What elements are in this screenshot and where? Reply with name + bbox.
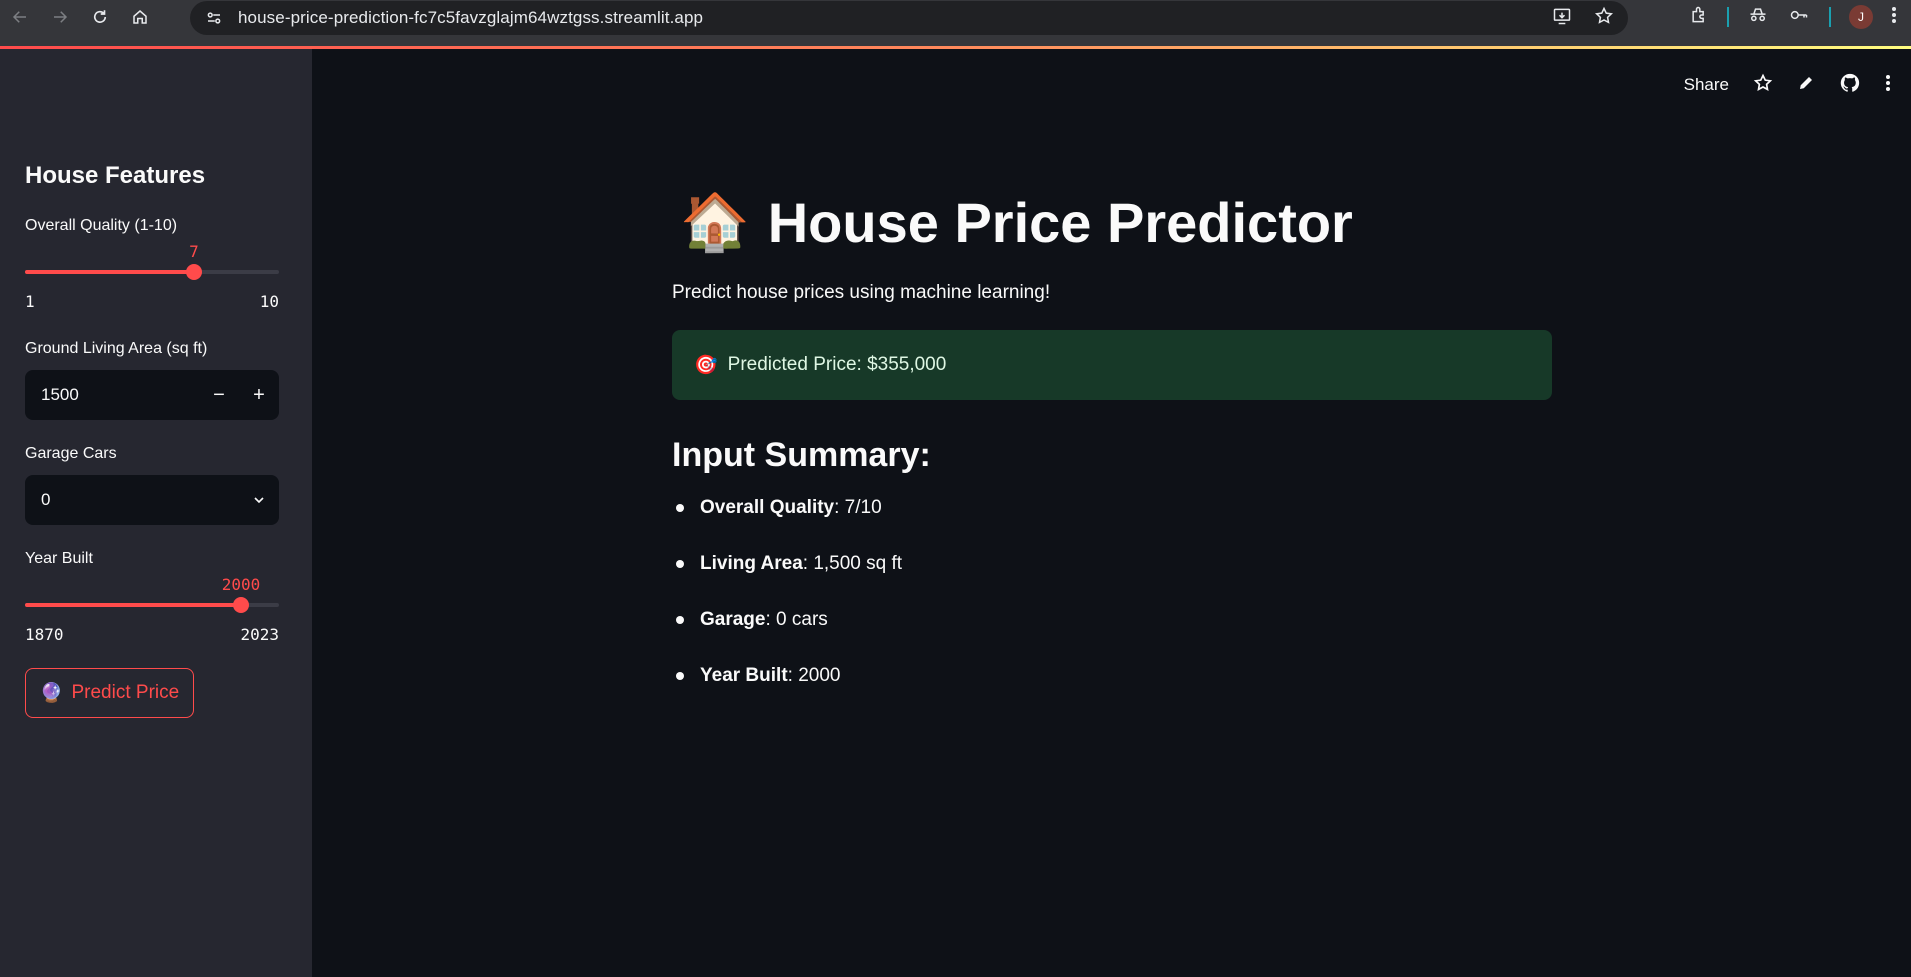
prediction-result-text: Predicted Price: $355,000 [727, 354, 947, 375]
edit-pencil-icon[interactable] [1797, 74, 1815, 97]
living-area-label: Ground Living Area (sq ft) [25, 340, 208, 357]
overall-quality-slider[interactable]: 7 [25, 242, 279, 288]
year-built-label: Year Built [25, 550, 93, 567]
page-subtitle: Predict house prices using machine learn… [672, 282, 1051, 303]
slider-thumb[interactable] [233, 597, 249, 613]
bullet [676, 616, 684, 624]
slider-fill [25, 270, 194, 274]
summary-heading: Input Summary: [672, 436, 931, 474]
bookmark-star-icon[interactable] [1594, 6, 1614, 31]
github-icon[interactable] [1839, 72, 1861, 99]
year-built-slider[interactable]: 2000 [25, 575, 279, 621]
decrement-button[interactable]: − [199, 370, 239, 420]
slider-max: 10 [259, 292, 279, 311]
summary-value: : 2000 [787, 665, 841, 686]
prediction-result-alert: 🎯 Predicted Price: $355,000 [672, 330, 1552, 400]
back-icon[interactable] [0, 0, 40, 34]
summary-key: Garage [700, 609, 766, 630]
slider-min: 1 [25, 292, 35, 311]
garage-cars-label: Garage Cars [25, 445, 117, 462]
page-title-text: House Price Predictor [767, 190, 1353, 254]
slider-value: 2000 [221, 575, 261, 594]
sidebar-title: House Features [25, 162, 206, 189]
reload-icon[interactable] [80, 0, 120, 34]
list-item: Garage : 0 cars [672, 605, 828, 635]
summary-key: Overall Quality [700, 497, 835, 518]
slider-value: 7 [189, 242, 199, 261]
chevron-down-icon[interactable] [239, 492, 279, 508]
browser-menu-icon[interactable] [1891, 5, 1897, 30]
bullet [676, 504, 684, 512]
list-item: Living Area : 1,500 sq ft [672, 549, 902, 579]
increment-button[interactable]: + [239, 370, 279, 420]
toolbar-divider [1727, 7, 1729, 27]
favorite-star-icon[interactable] [1753, 73, 1773, 98]
living-area-input[interactable]: 1500 − + [25, 370, 279, 420]
target-icon: 🎯 [694, 355, 718, 376]
slider-min: 1870 [25, 625, 64, 644]
bullet [676, 672, 684, 680]
list-item: Year Built : 2000 [672, 661, 840, 691]
extensions-icon[interactable] [1689, 5, 1709, 30]
slider-max: 2023 [240, 625, 279, 644]
slider-thumb[interactable] [186, 264, 202, 280]
overall-quality-label: Overall Quality (1-10) [25, 217, 178, 234]
toolbar-divider [1829, 7, 1831, 27]
bullet [676, 560, 684, 568]
password-key-icon[interactable] [1787, 5, 1811, 30]
slider-fill [25, 603, 241, 607]
share-button[interactable]: Share [1684, 75, 1729, 95]
page-title: 🏠 House Price Predictor [680, 189, 1353, 255]
summary-value: : 1,500 sq ft [802, 553, 903, 574]
summary-key: Living Area [700, 553, 803, 574]
predict-price-button[interactable]: 🔮 Predict Price [25, 668, 194, 718]
garage-cars-value[interactable]: 0 [41, 490, 239, 510]
summary-value: : 0 cars [765, 609, 828, 630]
summary-value: : 7/10 [834, 497, 882, 518]
garage-cars-select[interactable]: 0 [25, 475, 279, 525]
house-icon: 🏠 [680, 190, 750, 253]
summary-key: Year Built [700, 665, 788, 686]
app-menu-icon[interactable] [1885, 73, 1891, 98]
incognito-icon[interactable] [1747, 5, 1769, 30]
profile-avatar[interactable]: J [1849, 5, 1873, 29]
url-text[interactable]: house-price-prediction-fc7c5favzglajm64w… [238, 8, 703, 28]
forward-icon[interactable] [40, 0, 80, 34]
browser-chrome: house-price-prediction-fc7c5favzglajm64w… [0, 0, 1911, 49]
site-info-icon[interactable] [202, 6, 226, 30]
browser-actions: J [1689, 0, 1911, 34]
address-bar[interactable]: house-price-prediction-fc7c5favzglajm64w… [190, 1, 1628, 35]
predict-button-label: Predict Price [71, 682, 180, 703]
living-area-value[interactable]: 1500 [41, 385, 199, 405]
browser-nav [0, 0, 160, 34]
home-icon[interactable] [120, 0, 160, 34]
app-toolbar: Share [1684, 71, 1891, 99]
crystal-ball-icon: 🔮 [39, 683, 64, 704]
install-app-icon[interactable] [1552, 6, 1572, 31]
sidebar: House Features Overall Quality (1-10) 7 … [0, 49, 312, 977]
list-item: Overall Quality : 7/10 [672, 493, 882, 523]
